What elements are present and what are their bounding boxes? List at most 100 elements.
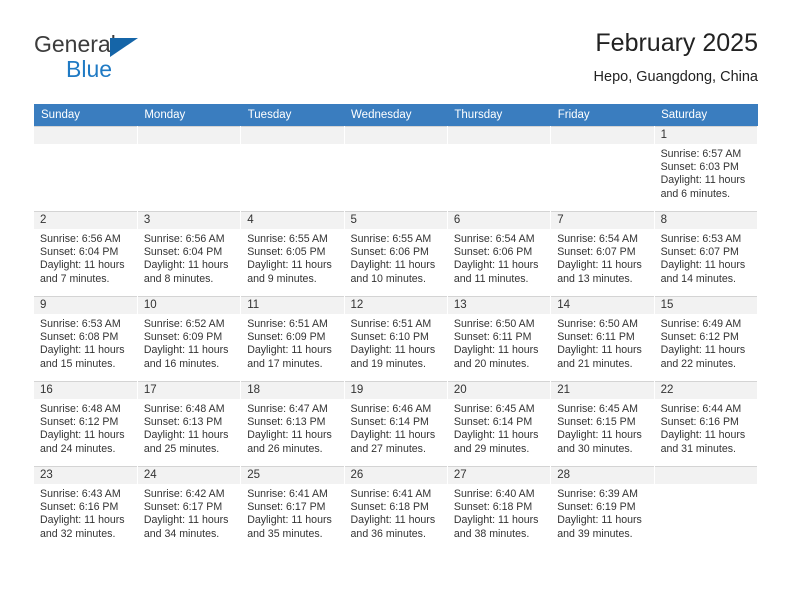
calendar-cell-day[interactable]: 22 Sunrise: 6:44 AM Sunset: 6:16 PM Dayligh…: [654, 381, 759, 467]
sunrise-text: Sunrise: 6:51 AM: [247, 318, 328, 330]
daylight-text: Daylight: 11 hours and 35 minutes.: [247, 514, 332, 540]
sunset-text: Sunset: 6:17 PM: [143, 501, 223, 514]
calendar-cell-inner: [447, 127, 551, 211]
calendar-cell-inner: [241, 127, 344, 211]
calendar-cell-inner: [344, 127, 447, 211]
calendar-cell-day[interactable]: 4 Sunrise: 6:55 AM Sunset: 6:05 PM Daylight…: [240, 211, 345, 297]
calendar-cell-inner: 1 Sunrise: 6:57 AM Sunset: 6:03 PM Daylight…: [654, 127, 757, 211]
day-sun-info: Sunrise: 6:54 AM Sunset: 6:06 PM Daylight:…: [448, 229, 550, 286]
calendar-week-row: 9 Sunrise: 6:53 AM Sunset: 6:08 PM Daylight…: [34, 296, 759, 382]
day-number: [344, 127, 447, 144]
logo-text-blue: Blue: [66, 56, 113, 82]
calendar-cell-day[interactable]: 26 Sunrise: 6:41 AM Sunset: 6:18 PM Dayligh…: [344, 466, 448, 551]
day-number: 27: [447, 467, 551, 484]
sunset-text: Sunset: 6:18 PM: [453, 501, 533, 514]
daylight-text: Daylight: 11 hours and 27 minutes.: [350, 429, 436, 455]
day-number: 9: [34, 297, 137, 314]
sunrise-text: Sunrise: 6:49 AM: [660, 318, 742, 330]
calendar-cell-inner: 19 Sunrise: 6:46 AM Sunset: 6:14 PM Dayligh…: [344, 382, 447, 466]
daylight-text: Daylight: 11 hours and 15 minutes.: [40, 344, 125, 370]
day-number: 8: [654, 212, 757, 229]
calendar-cell-day[interactable]: 11 Sunrise: 6:51 AM Sunset: 6:09 PM Dayligh…: [240, 296, 345, 382]
sunrise-text: Sunrise: 6:42 AM: [143, 488, 225, 500]
day-sun-info: Sunrise: 6:44 AM Sunset: 6:16 PM Daylight:…: [655, 399, 757, 456]
calendar-cell-inner: 8 Sunrise: 6:53 AM Sunset: 6:07 PM Daylight…: [654, 212, 757, 296]
sunrise-text: Sunrise: 6:48 AM: [40, 403, 121, 415]
calendar-cell-inner: 26 Sunrise: 6:41 AM Sunset: 6:18 PM Dayligh…: [344, 467, 447, 551]
calendar-cell-day[interactable]: 9 Sunrise: 6:53 AM Sunset: 6:08 PM Daylight…: [34, 296, 138, 382]
calendar-cell-inner: 3 Sunrise: 6:56 AM Sunset: 6:04 PM Daylight…: [137, 212, 241, 296]
calendar-cell-day[interactable]: 3 Sunrise: 6:56 AM Sunset: 6:04 PM Daylight…: [137, 211, 242, 297]
day-number: [447, 127, 551, 144]
page-header: General Blue February 2025 Hepo, Guangdo…: [34, 28, 758, 100]
sunset-text: Sunset: 6:18 PM: [350, 501, 429, 514]
calendar-cell-day[interactable]: 19 Sunrise: 6:46 AM Sunset: 6:14 PM Dayligh…: [344, 381, 448, 467]
calendar-cell-inner: 22 Sunrise: 6:44 AM Sunset: 6:16 PM Dayligh…: [654, 382, 757, 466]
calendar-cell-empty: [137, 126, 242, 212]
calendar-cell-inner: 12 Sunrise: 6:51 AM Sunset: 6:10 PM Dayligh…: [344, 297, 447, 381]
daylight-text: Daylight: 11 hours and 13 minutes.: [557, 259, 642, 285]
calendar-cell-day[interactable]: 27 Sunrise: 6:40 AM Sunset: 6:18 PM Dayligh…: [447, 466, 552, 551]
calendar-cell-day[interactable]: 6 Sunrise: 6:54 AM Sunset: 6:06 PM Daylight…: [447, 211, 552, 297]
general-blue-logo[interactable]: General Blue: [34, 32, 214, 88]
day-number: 12: [344, 297, 447, 314]
calendar-cell-day[interactable]: 5 Sunrise: 6:55 AM Sunset: 6:06 PM Daylight…: [344, 211, 448, 297]
calendar-cell-inner: 24 Sunrise: 6:42 AM Sunset: 6:17 PM Dayligh…: [137, 467, 241, 551]
weekday-header-sunday: Sunday: [34, 104, 138, 127]
calendar-cell-day[interactable]: 21 Sunrise: 6:45 AM Sunset: 6:15 PM Dayligh…: [550, 381, 655, 467]
daylight-text: Daylight: 11 hours and 11 minutes.: [453, 259, 539, 285]
calendar-cell-day[interactable]: 10 Sunrise: 6:52 AM Sunset: 6:09 PM Dayligh…: [137, 296, 242, 382]
calendar-cell-day[interactable]: 28 Sunrise: 6:39 AM Sunset: 6:19 PM Dayligh…: [550, 466, 655, 551]
sunset-text: Sunset: 6:16 PM: [40, 501, 119, 514]
calendar-cell-day[interactable]: 23 Sunrise: 6:43 AM Sunset: 6:16 PM Dayligh…: [34, 466, 138, 551]
day-sun-info: Sunrise: 6:53 AM Sunset: 6:08 PM Daylight:…: [34, 314, 137, 371]
calendar-cell-day[interactable]: 16 Sunrise: 6:48 AM Sunset: 6:12 PM Dayligh…: [34, 381, 138, 467]
day-sun-info: Sunrise: 6:42 AM Sunset: 6:17 PM Daylight:…: [138, 484, 240, 541]
sunset-text: Sunset: 6:15 PM: [557, 416, 636, 429]
calendar-cell-day[interactable]: 24 Sunrise: 6:42 AM Sunset: 6:17 PM Dayligh…: [137, 466, 242, 551]
daylight-text: Daylight: 11 hours and 36 minutes.: [350, 514, 436, 540]
sunrise-text: Sunrise: 6:45 AM: [453, 403, 535, 415]
daylight-text: Daylight: 11 hours and 20 minutes.: [453, 344, 539, 370]
calendar-cell-day[interactable]: 20 Sunrise: 6:45 AM Sunset: 6:14 PM Dayligh…: [447, 381, 552, 467]
calendar-cell-day[interactable]: 25 Sunrise: 6:41 AM Sunset: 6:17 PM Dayligh…: [240, 466, 345, 551]
calendar-cell-day[interactable]: 17 Sunrise: 6:48 AM Sunset: 6:13 PM Dayligh…: [137, 381, 242, 467]
day-number: [241, 127, 344, 144]
calendar-cell-day[interactable]: 14 Sunrise: 6:50 AM Sunset: 6:11 PM Dayligh…: [550, 296, 655, 382]
calendar-cell-day[interactable]: 13 Sunrise: 6:50 AM Sunset: 6:11 PM Dayligh…: [447, 296, 552, 382]
sunset-text: Sunset: 6:04 PM: [40, 246, 119, 259]
calendar-cell-inner: 17 Sunrise: 6:48 AM Sunset: 6:13 PM Dayligh…: [137, 382, 241, 466]
sunset-text: Sunset: 6:06 PM: [453, 246, 533, 259]
day-number: 20: [447, 382, 551, 399]
calendar-cell-day[interactable]: 18 Sunrise: 6:47 AM Sunset: 6:13 PM Dayligh…: [240, 381, 345, 467]
sunrise-text: Sunrise: 6:55 AM: [350, 233, 432, 245]
sunset-text: Sunset: 6:11 PM: [453, 331, 532, 344]
calendar-cell-inner: 20 Sunrise: 6:45 AM Sunset: 6:14 PM Dayligh…: [447, 382, 551, 466]
daylight-text: Daylight: 11 hours and 10 minutes.: [350, 259, 436, 285]
calendar-cell-day[interactable]: 8 Sunrise: 6:53 AM Sunset: 6:07 PM Daylight…: [654, 211, 759, 297]
calendar-cell-inner: 23 Sunrise: 6:43 AM Sunset: 6:16 PM Dayligh…: [34, 467, 137, 551]
daylight-text: Daylight: 11 hours and 32 minutes.: [40, 514, 125, 540]
weekday-header-row: Sunday Monday Tuesday Wednesday Thursday…: [34, 104, 758, 127]
calendar-cell-inner: [137, 127, 241, 211]
calendar-cell-day[interactable]: 1 Sunrise: 6:57 AM Sunset: 6:03 PM Daylight…: [654, 126, 759, 212]
sunset-text: Sunset: 6:12 PM: [40, 416, 119, 429]
sunrise-text: Sunrise: 6:57 AM: [660, 148, 742, 160]
calendar-cell-day[interactable]: 7 Sunrise: 6:54 AM Sunset: 6:07 PM Daylight…: [550, 211, 655, 297]
daylight-text: Daylight: 11 hours and 21 minutes.: [557, 344, 642, 370]
calendar-week-row: 23 Sunrise: 6:43 AM Sunset: 6:16 PM Dayligh…: [34, 466, 759, 551]
weekday-header-friday: Friday: [550, 104, 655, 127]
day-number: 22: [654, 382, 757, 399]
sunrise-text: Sunrise: 6:51 AM: [350, 318, 432, 330]
day-number: 14: [551, 297, 654, 314]
calendar-cell-inner: 6 Sunrise: 6:54 AM Sunset: 6:06 PM Daylight…: [447, 212, 551, 296]
daylight-text: Daylight: 11 hours and 9 minutes.: [247, 259, 332, 285]
day-sun-info: Sunrise: 6:45 AM Sunset: 6:15 PM Daylight:…: [551, 399, 653, 456]
calendar-cell-day[interactable]: 12 Sunrise: 6:51 AM Sunset: 6:10 PM Dayligh…: [344, 296, 448, 382]
day-sun-info: Sunrise: 6:50 AM Sunset: 6:11 PM Daylight:…: [551, 314, 653, 371]
calendar-cell-day[interactable]: 15 Sunrise: 6:49 AM Sunset: 6:12 PM Dayligh…: [654, 296, 759, 382]
sunset-text: Sunset: 6:08 PM: [40, 331, 119, 344]
calendar-cell-inner: 16 Sunrise: 6:48 AM Sunset: 6:12 PM Dayligh…: [34, 382, 137, 466]
sunset-text: Sunset: 6:04 PM: [143, 246, 223, 259]
calendar-cell-day[interactable]: 2 Sunrise: 6:56 AM Sunset: 6:04 PM Daylight…: [34, 211, 138, 297]
